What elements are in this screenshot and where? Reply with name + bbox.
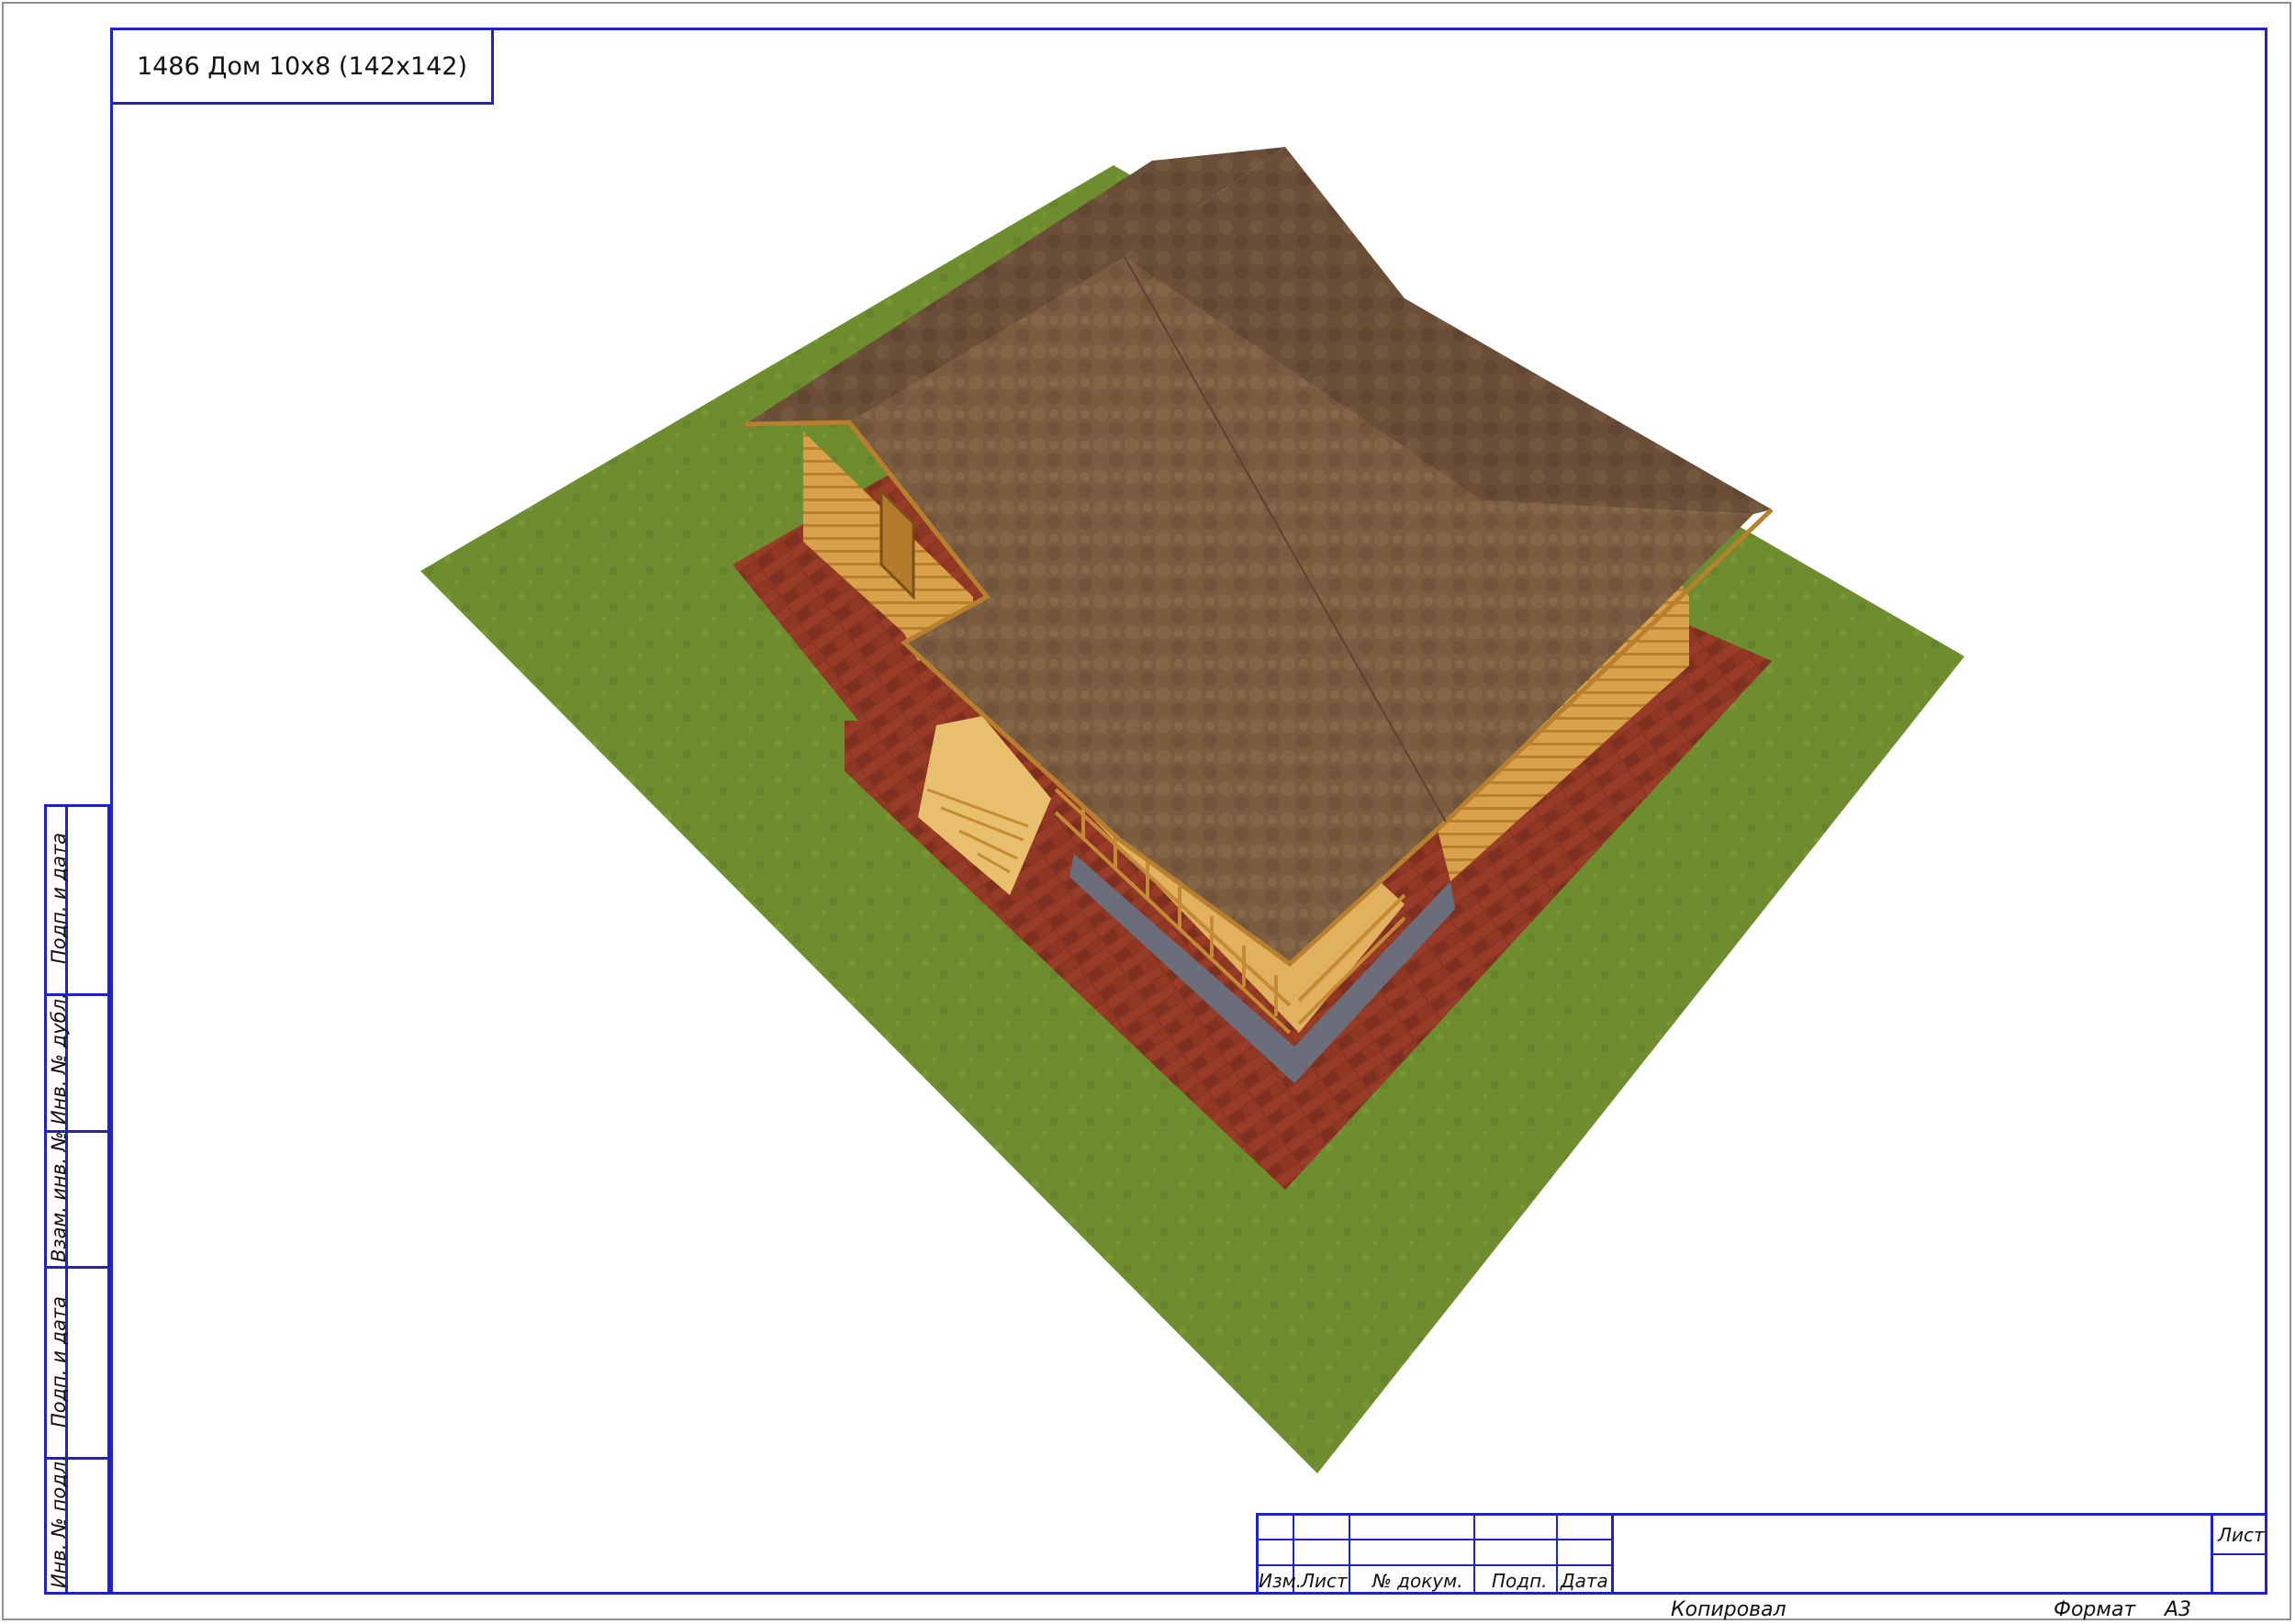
side-label-orig-inv: Инв. № подл. <box>48 1455 70 1588</box>
side-label-dup-inv: Инв. № дубл. <box>48 992 70 1125</box>
drawing-frame <box>110 28 2267 1595</box>
stamp-sheet-label: Лист <box>2218 1524 2265 1546</box>
side-label-sign-date: Подп. и дата <box>48 832 70 964</box>
format-value: А3 <box>2165 1598 2192 1621</box>
side-label-repl-inv: Взам. инв. № <box>48 1131 70 1262</box>
stamp-col-signature: Подп. <box>1492 1570 1548 1592</box>
copied-label: Копировал <box>1671 1598 1786 1621</box>
stamp-col-change: Изм. <box>1259 1570 1303 1592</box>
format-label: Формат <box>2054 1598 2136 1621</box>
drawing-title: 1486 Дом 10x8 (142x142) <box>110 28 494 105</box>
stamp-col-sheet: Лист <box>1301 1570 1348 1592</box>
stamp-col-date: Дата <box>1561 1570 1608 1592</box>
stamp-col-doc-no: № докум. <box>1372 1570 1463 1592</box>
side-label-sign-date-2: Подп. и дата <box>48 1295 70 1428</box>
